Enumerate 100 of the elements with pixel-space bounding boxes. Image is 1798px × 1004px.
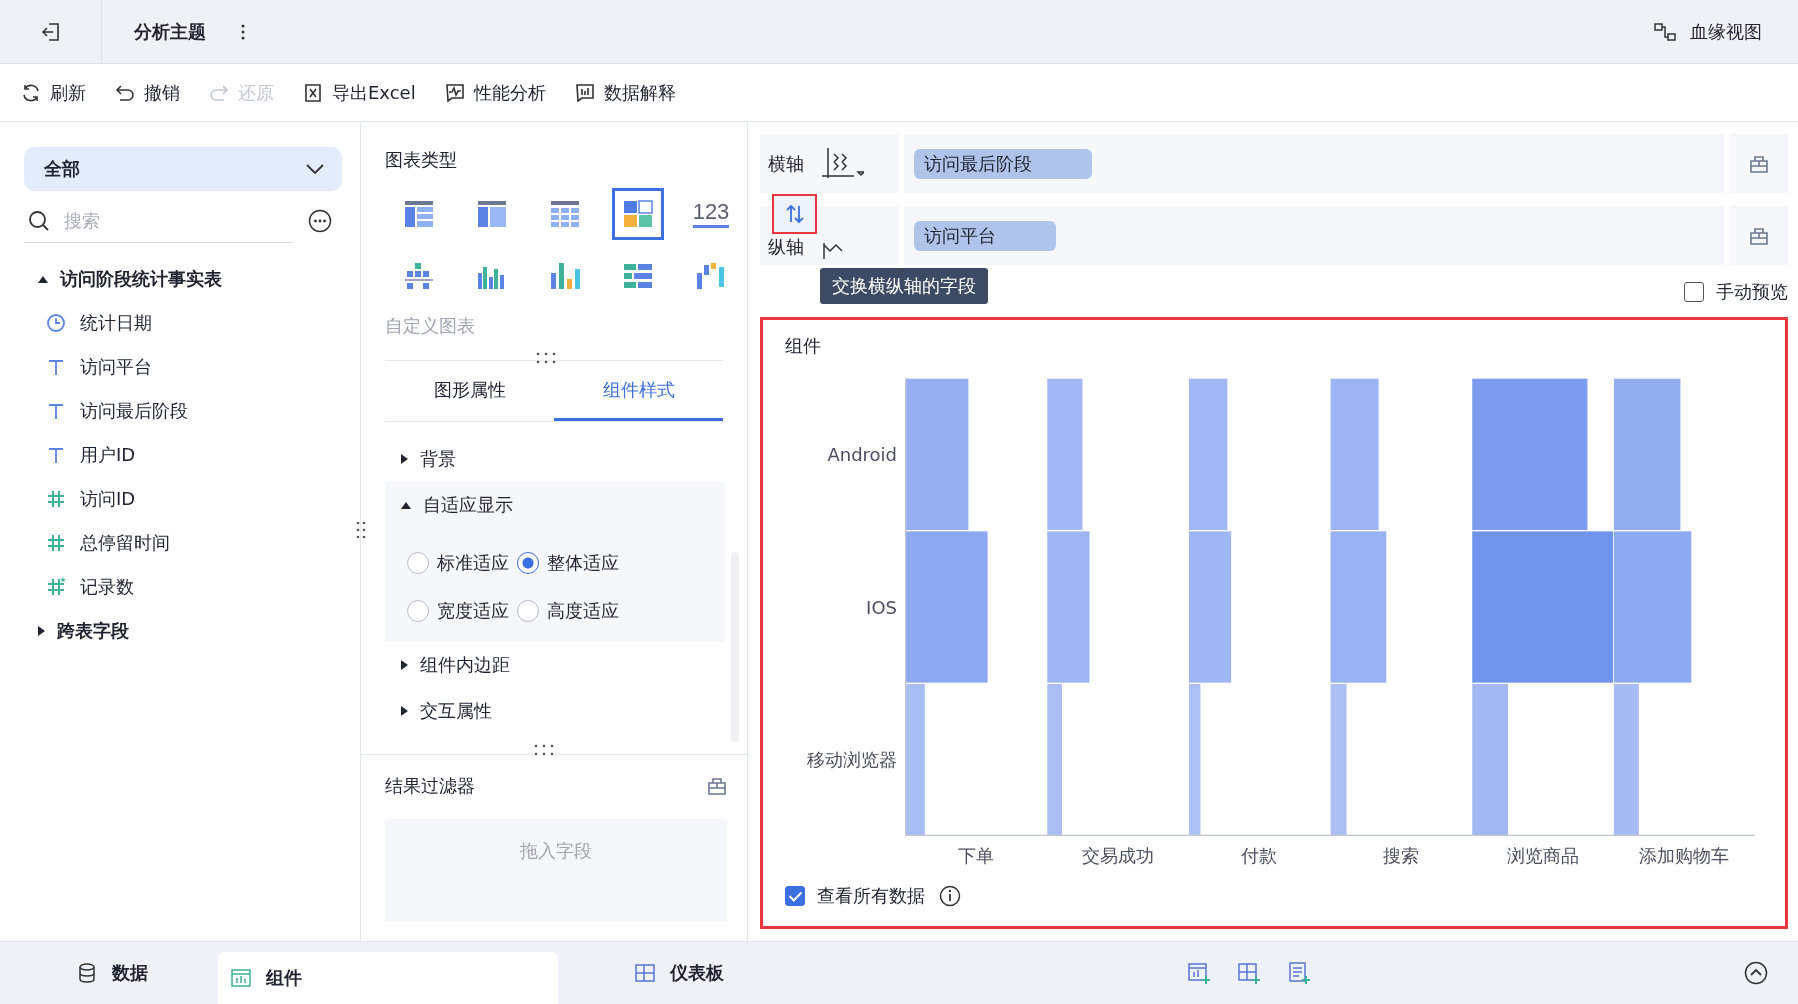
- database-icon: [76, 962, 98, 984]
- add-chart-icon[interactable]: [1187, 961, 1211, 985]
- resize-handle[interactable]: [533, 744, 555, 756]
- toolbar-button[interactable]: 导出Excel: [302, 80, 416, 105]
- field-item[interactable]: 记录数: [24, 565, 360, 609]
- radio-button[interactable]: [407, 600, 429, 622]
- axis-label: 搜索: [1382, 844, 1419, 868]
- chart-type-button[interactable]: 123: [685, 188, 737, 240]
- lineage-view-button[interactable]: 血缘视图: [1648, 18, 1768, 45]
- field-item[interactable]: 访问ID: [24, 477, 360, 521]
- radio-label[interactable]: 标准适应: [437, 551, 509, 575]
- field-chip[interactable]: 访问最后阶段: [914, 148, 1092, 179]
- bottom-tab[interactable]: 仪表板: [622, 948, 754, 998]
- text-type-icon: [46, 357, 66, 377]
- add-dashboard-icon[interactable]: [1237, 961, 1261, 985]
- axis-label: 下单: [957, 844, 994, 868]
- axis-label: 移动浏览器: [806, 747, 898, 772]
- dashboard-icon: [634, 962, 656, 984]
- more-icon[interactable]: [240, 23, 246, 40]
- field-item[interactable]: 访问最后阶段: [24, 389, 360, 433]
- checkbox[interactable]: [1684, 282, 1704, 302]
- hash-icon: [46, 533, 66, 553]
- hash-icon: [46, 489, 66, 509]
- chart-type-icon: [403, 261, 435, 291]
- chart-type-button[interactable]: [612, 188, 664, 240]
- bar-chart-icon: [573, 81, 596, 104]
- section-header[interactable]: 自适应显示: [385, 482, 725, 528]
- add-report-icon[interactable]: [1287, 961, 1311, 985]
- chart-type-icon: [622, 199, 654, 229]
- tree-group[interactable]: 跨表字段: [24, 609, 360, 653]
- collapse-icon[interactable]: [1744, 961, 1768, 985]
- axis-label: 交易成功: [1081, 844, 1154, 868]
- bottom-tab[interactable]: 数据: [64, 948, 178, 998]
- chart-type-icon: [695, 261, 727, 291]
- axis-label: 添加购物车: [1639, 844, 1730, 868]
- chart-type-icon: [549, 199, 581, 229]
- resize-handle[interactable]: [535, 352, 557, 364]
- info-icon[interactable]: [939, 885, 961, 907]
- caret-icon: [38, 626, 45, 636]
- more-icon[interactable]: [308, 209, 332, 233]
- tab[interactable]: 图形属性: [385, 361, 554, 421]
- radio-label[interactable]: 整体适应: [547, 551, 619, 575]
- axis-label: 横轴: [768, 151, 804, 176]
- caret-icon: [401, 454, 408, 464]
- tooltip: 交换横纵轴的字段: [820, 268, 988, 304]
- radio-label[interactable]: 宽度适应: [437, 599, 509, 623]
- field-item[interactable]: 用户ID: [24, 433, 360, 477]
- tab[interactable]: 组件样式: [554, 361, 723, 421]
- radio-button[interactable]: [407, 552, 429, 574]
- section-header[interactable]: 交互属性: [385, 688, 725, 734]
- spreadsheet-icon: [302, 81, 324, 104]
- exit-icon[interactable]: [39, 20, 62, 43]
- section-header[interactable]: 组件内边距: [385, 642, 725, 688]
- tree-group[interactable]: 访问阶段统计事实表: [24, 257, 360, 301]
- field-item[interactable]: 统计日期: [24, 301, 360, 345]
- swap-axes-button[interactable]: [772, 194, 817, 234]
- hash-icon: [46, 577, 66, 597]
- section-header[interactable]: 背景: [385, 436, 725, 482]
- widget-title: 组件: [785, 334, 822, 358]
- radio-button[interactable]: [517, 552, 539, 574]
- field-item[interactable]: 访问平台: [24, 345, 360, 389]
- checkbox-label[interactable]: 查看所有数据: [817, 884, 925, 908]
- axis-type-icon[interactable]: [822, 147, 864, 180]
- section-title: 图表类型: [385, 148, 458, 172]
- chart-type-icon: [549, 261, 581, 291]
- field-chip[interactable]: 访问平台: [914, 220, 1056, 251]
- scope-dropdown[interactable]: 全部: [24, 147, 342, 191]
- radio-label[interactable]: 高度适应: [547, 599, 619, 623]
- lineage-icon: [1654, 21, 1676, 42]
- page-title: 分析主题: [134, 19, 206, 44]
- chevron-down-icon: [306, 164, 324, 174]
- resize-handle[interactable]: [356, 520, 366, 540]
- axis-label: 纵轴: [768, 235, 804, 259]
- axis-label: 付款: [1241, 844, 1278, 868]
- caret-icon: [401, 501, 411, 509]
- radio-button[interactable]: [517, 600, 539, 622]
- toolbar-button[interactable]: 撤销: [114, 80, 180, 105]
- axis-label: IOS: [865, 595, 898, 620]
- search-field[interactable]: 搜索: [62, 209, 266, 232]
- bottom-tab[interactable]: 组件: [218, 952, 558, 1004]
- axis-label: 浏览商品: [1506, 844, 1579, 868]
- toolbar-button[interactable]: 性能分析: [443, 80, 546, 105]
- chart-type-icon: [476, 199, 508, 229]
- chart-type-icon: [403, 199, 435, 229]
- toolbar-button[interactable]: 数据解释: [573, 80, 676, 105]
- checkbox-label[interactable]: 手动预览: [1716, 280, 1788, 304]
- section-title: 结果过滤器: [385, 774, 475, 798]
- caret-icon: [38, 275, 48, 283]
- clock-icon: [46, 313, 66, 333]
- text-type-icon: [46, 445, 66, 465]
- chart-type-icon: [622, 261, 654, 291]
- checkbox[interactable]: [785, 886, 805, 906]
- pulse-chart-icon: [443, 81, 466, 104]
- toolbar-button[interactable]: 刷新: [20, 80, 86, 105]
- chart-icon: [230, 967, 252, 989]
- text-type-icon: [46, 401, 66, 421]
- field-item[interactable]: 总停留时间: [24, 521, 360, 565]
- search-icon: [28, 209, 50, 232]
- caret-icon: [401, 660, 408, 670]
- axis-label: Android: [826, 442, 898, 467]
